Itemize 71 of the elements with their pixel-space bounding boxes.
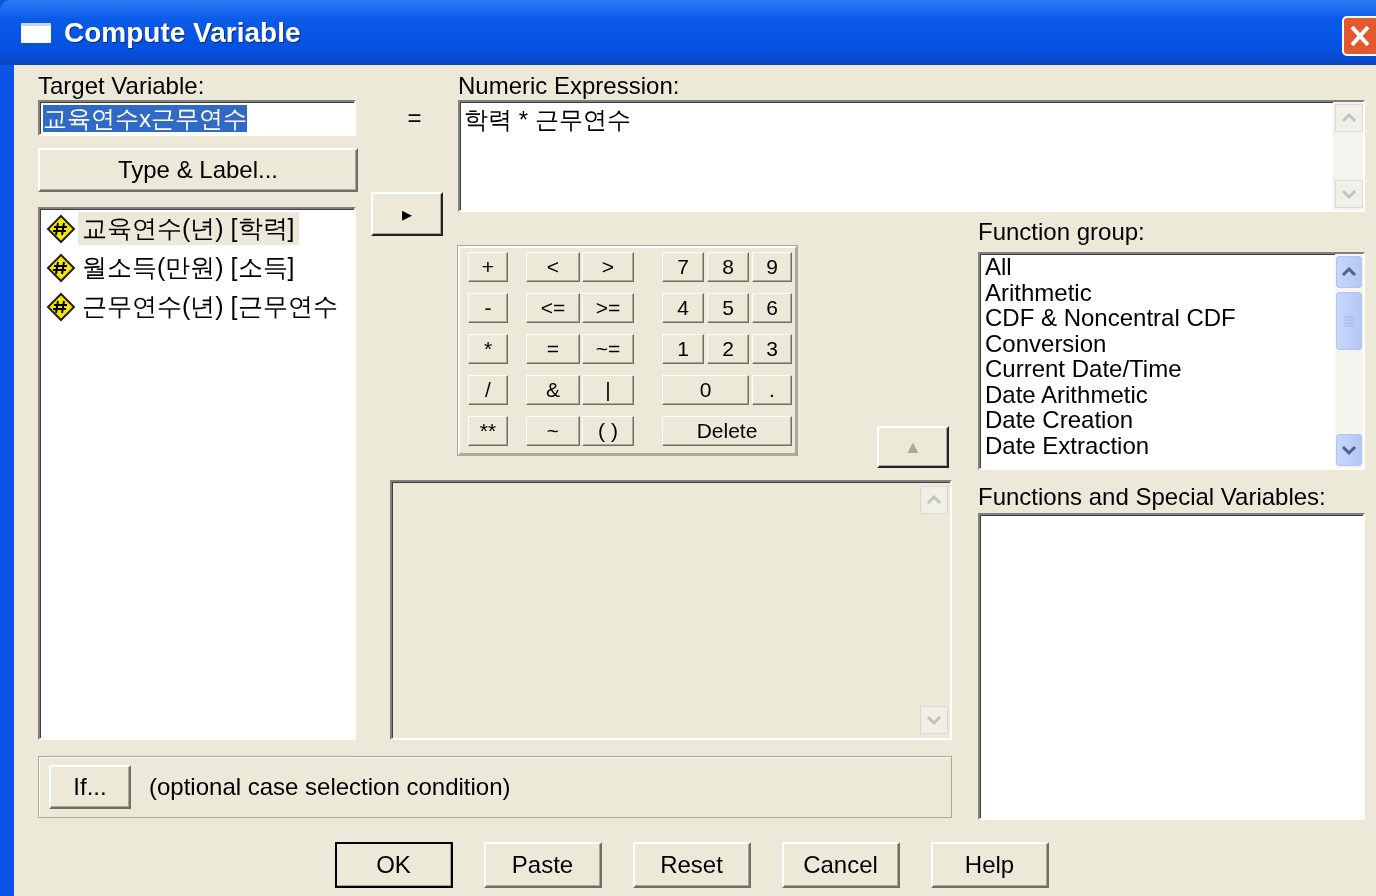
scrollbar[interactable] [1335, 254, 1363, 468]
function-group-item[interactable]: Date Arithmetic [985, 381, 1335, 407]
type-label-button[interactable]: Type & Label... [38, 148, 358, 192]
keypad-key[interactable]: ** [468, 416, 508, 446]
scroll-up-icon[interactable] [920, 486, 948, 514]
equals-sign: = [407, 104, 422, 132]
scrollbar[interactable] [918, 484, 948, 736]
keypad-key[interactable]: 8 [707, 252, 749, 282]
function-group-item[interactable]: Date Extraction [985, 432, 1335, 458]
dialog-button[interactable]: Cancel [781, 842, 900, 888]
scroll-up-icon[interactable] [1335, 104, 1363, 132]
function-group-item[interactable]: All [985, 254, 1335, 280]
numeric-variable-icon [46, 213, 76, 244]
keypad-key[interactable]: ~= [582, 334, 634, 364]
keypad-key[interactable]: < [526, 252, 580, 282]
keypad-key[interactable]: | [582, 375, 634, 405]
keypad-key[interactable]: ~ [526, 416, 580, 446]
dialog-button[interactable]: Help [930, 842, 1049, 888]
function-group-item[interactable]: Date Creation [985, 407, 1335, 433]
keypad-key[interactable]: 0 [662, 375, 749, 405]
function-group-item[interactable]: Conversion [985, 330, 1335, 356]
dialog-button[interactable]: Reset [632, 842, 751, 888]
scroll-down-button[interactable] [1336, 434, 1362, 466]
keypad-key[interactable]: & [526, 375, 580, 405]
variable-item[interactable]: 근무연수(년) [근무연수 [78, 290, 342, 323]
variable-item[interactable]: 교육연수(년) [학력] [78, 212, 299, 245]
window-icon [20, 21, 52, 44]
keypad-key[interactable]: 2 [707, 334, 749, 364]
numeric-expression-field[interactable]: 학력 * 근무연수 [458, 100, 1365, 212]
window-title: Compute Variable [64, 16, 301, 49]
keypad-key[interactable]: / [468, 375, 508, 405]
functions-special-variables-label: Functions and Special Variables: [978, 482, 1327, 511]
keypad-key[interactable]: 3 [752, 334, 792, 364]
numeric-variable-icon [46, 291, 76, 322]
scroll-thumb[interactable] [1336, 292, 1362, 350]
keypad-key[interactable]: = [526, 334, 580, 364]
function-group-item[interactable]: Arithmetic [985, 279, 1335, 305]
function-group-item[interactable]: Current Date/Time [985, 356, 1335, 382]
function-group-label: Function group: [978, 218, 1146, 246]
keypad-key[interactable]: 7 [662, 252, 704, 282]
keypad-key[interactable]: 4 [662, 293, 704, 323]
variable-item[interactable]: 월소득(만원) [소득] [78, 251, 299, 284]
keypad-key[interactable]: . [752, 375, 792, 405]
scroll-down-icon[interactable] [920, 706, 948, 734]
target-variable-label: Target Variable: [38, 72, 206, 100]
move-to-expression-button[interactable]: ▸ [371, 192, 443, 236]
scrollbar[interactable] [1333, 102, 1363, 210]
scroll-up-button[interactable] [1336, 256, 1362, 288]
keypad-key[interactable]: >= [582, 293, 634, 323]
keypad-key[interactable]: 5 [707, 293, 749, 323]
condition-text: (optional case selection condition) [149, 773, 511, 801]
keypad-key[interactable]: 6 [752, 293, 792, 323]
keypad-key[interactable]: + [468, 252, 508, 282]
keypad-key[interactable]: Delete [662, 416, 792, 446]
keypad-key[interactable]: 1 [662, 334, 704, 364]
dialog-button[interactable]: Paste [483, 842, 602, 888]
keypad-key[interactable]: <= [526, 293, 580, 323]
keypad-key[interactable]: ( ) [582, 416, 634, 446]
close-icon[interactable] [1342, 15, 1376, 56]
keypad-key[interactable]: * [468, 334, 508, 364]
target-variable-field[interactable]: 교육연수x근무연수 [38, 100, 356, 136]
keypad-key[interactable]: > [582, 252, 634, 282]
keypad-key[interactable]: 9 [752, 252, 792, 282]
keypad-key[interactable]: - [468, 293, 508, 323]
if-button[interactable]: If... [49, 765, 131, 809]
scroll-down-icon[interactable] [1335, 180, 1363, 208]
function-group-item[interactable]: CDF & Noncentral CDF [985, 305, 1335, 331]
numeric-variable-icon [46, 252, 76, 283]
dialog-button[interactable]: OK [334, 842, 453, 888]
grip-icon [1342, 314, 1356, 328]
numeric-expression-label: Numeric Expression: [458, 72, 681, 100]
